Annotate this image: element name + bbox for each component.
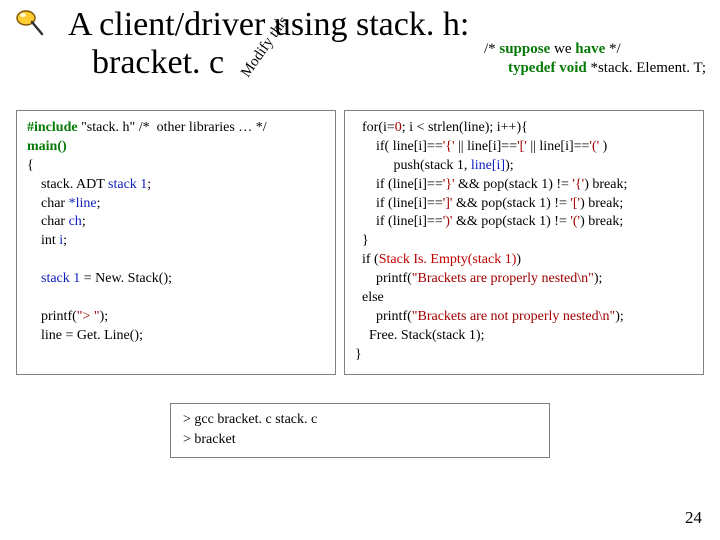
page-number: 24 <box>685 508 702 528</box>
left-code-box: #include "stack. h" /* other libraries …… <box>16 110 336 375</box>
code-columns: #include "stack. h" /* other libraries …… <box>0 98 720 375</box>
slide-title-line2: bracket. c <box>14 44 224 82</box>
typedef-comment: /* suppose we have */ typedef void *stac… <box>484 40 706 78</box>
command-box: > gcc bracket. c stack. c > bracket <box>170 403 550 458</box>
slide-title-line1: A client/driver using stack. h: <box>14 6 710 44</box>
slide-header: A client/driver using stack. h: bracket.… <box>0 0 720 82</box>
right-code-box: for(i=0; i < strlen(line); i++){ if( lin… <box>344 110 704 375</box>
pushpin-icon <box>12 4 48 45</box>
